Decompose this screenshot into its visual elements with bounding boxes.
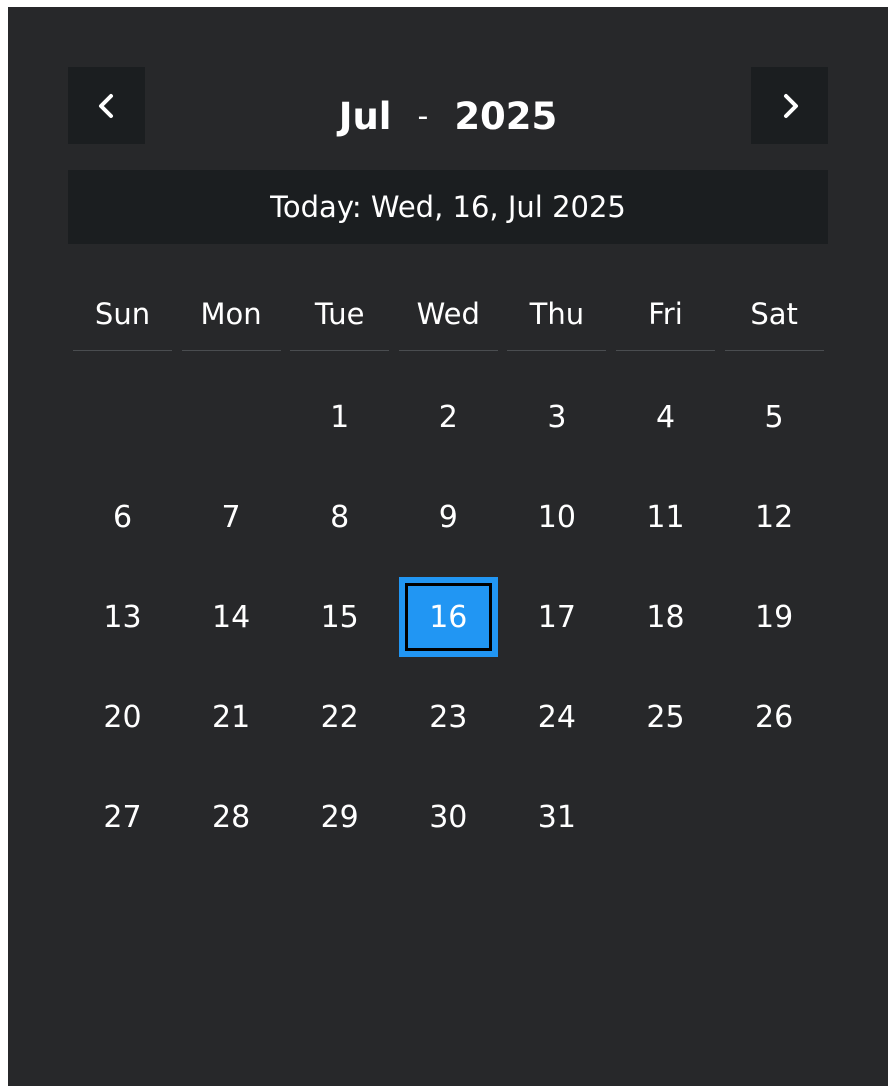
weekday-thu: Thu [507, 277, 607, 351]
chevron-right-icon [783, 93, 798, 118]
day-cell[interactable]: 1 [290, 377, 389, 457]
day-cell[interactable]: 2 [399, 377, 498, 457]
month-year-title: Jul - 2025 [145, 67, 751, 165]
day-cell-selected[interactable]: 16 [398, 577, 498, 657]
day-cell[interactable]: 15 [290, 577, 389, 657]
day-cell[interactable]: 17 [507, 577, 606, 657]
day-cell[interactable]: 18 [616, 577, 715, 657]
day-cell[interactable]: 7 [182, 477, 281, 557]
day-grid: 1 2 3 4 5 6 7 8 9 10 11 12 13 14 15 16 17 18 19 20 21 22 23 24 2… [68, 360, 828, 860]
next-month-button[interactable] [751, 67, 828, 144]
weekday-mon: Mon [181, 277, 281, 351]
day-cell[interactable]: 5 [725, 377, 824, 457]
day-cell[interactable]: 4 [616, 377, 715, 457]
day-cell[interactable]: 11 [616, 477, 715, 557]
day-cell[interactable]: 10 [507, 477, 606, 557]
weekday-wed: Wed [398, 277, 498, 351]
day-cell[interactable]: 25 [616, 677, 715, 757]
day-cell[interactable]: 21 [182, 677, 281, 757]
day-cell[interactable]: 27 [73, 777, 172, 857]
day-cell[interactable]: 3 [507, 377, 606, 457]
weekday-tue: Tue [290, 277, 390, 351]
calendar-panel: Jul - 2025 Today: Wed, 16, Jul 2025 Sun M… [8, 7, 888, 1086]
month-label: Jul [338, 94, 392, 138]
day-cell[interactable]: 28 [182, 777, 281, 857]
day-cell[interactable]: 20 [73, 677, 172, 757]
today-bar[interactable]: Today: Wed, 16, Jul 2025 [68, 170, 828, 244]
day-cell[interactable]: 8 [290, 477, 389, 557]
year-label: 2025 [454, 94, 558, 138]
weekday-fri: Fri [616, 277, 715, 351]
title-separator: - [417, 98, 429, 134]
day-cell[interactable]: 31 [507, 777, 606, 857]
day-cell[interactable]: 19 [725, 577, 824, 657]
day-cell[interactable]: 9 [399, 477, 498, 557]
weekday-header-row: Sun Mon Tue Wed Thu Fri Sat [68, 277, 828, 352]
weekday-sat: Sat [724, 277, 824, 351]
day-cell[interactable]: 12 [725, 477, 824, 557]
today-label: Today: Wed, 16, Jul 2025 [270, 190, 626, 224]
chevron-left-icon [98, 93, 113, 118]
day-cell[interactable]: 13 [73, 577, 172, 657]
day-cell[interactable]: 23 [399, 677, 498, 757]
day-cell[interactable]: 29 [290, 777, 389, 857]
weekday-sun: Sun [73, 277, 172, 351]
day-cell[interactable]: 24 [507, 677, 606, 757]
day-cell[interactable]: 26 [725, 677, 824, 757]
day-cell[interactable]: 6 [73, 477, 172, 557]
previous-month-button[interactable] [68, 67, 145, 144]
day-cell[interactable]: 14 [182, 577, 281, 657]
day-cell[interactable]: 22 [290, 677, 389, 757]
day-cell[interactable]: 30 [399, 777, 498, 857]
